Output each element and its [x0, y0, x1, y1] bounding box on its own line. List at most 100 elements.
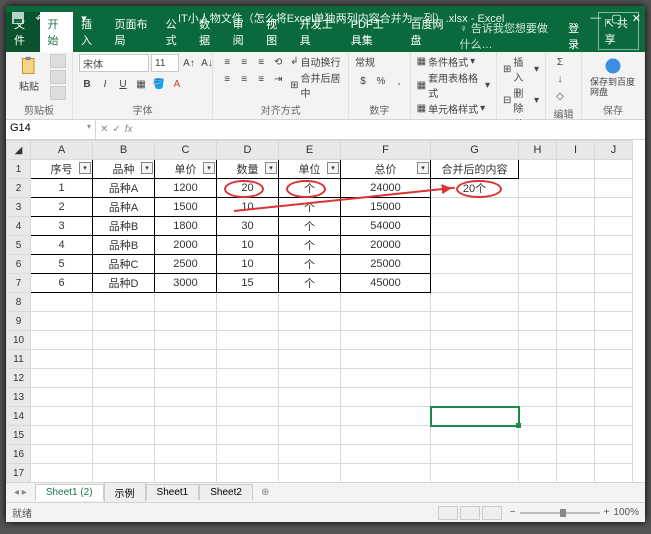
font-size-select[interactable]: 11 — [151, 54, 179, 72]
currency-icon[interactable]: $ — [355, 73, 371, 89]
table-row[interactable]: 54品种B200010个20000 — [7, 236, 633, 255]
tab-data[interactable]: 数据 — [191, 12, 225, 52]
indent-icon[interactable]: ⇥ — [270, 71, 286, 87]
table-format-button[interactable]: ▦ 套用表格格式 ▾ — [417, 70, 490, 100]
filter-icon[interactable]: ▾ — [327, 162, 339, 174]
font-color-icon[interactable]: A — [169, 76, 185, 92]
sheet-nav-prev[interactable]: ◂ ▸ — [6, 487, 35, 498]
table-row[interactable]: 65品种C250010个25000 — [7, 255, 633, 274]
align-right-icon[interactable]: ≡ — [253, 71, 269, 87]
table-row[interactable]: 9 — [7, 312, 633, 331]
sheet-tab[interactable]: Sheet1 (2) — [35, 484, 104, 501]
italic-icon[interactable]: I — [97, 76, 113, 92]
orientation-icon[interactable]: ⟲ — [270, 54, 286, 70]
col-G[interactable]: G — [431, 141, 519, 160]
paste-button[interactable]: 粘贴 — [12, 54, 46, 95]
increase-font-icon[interactable]: A↑ — [181, 55, 197, 71]
zoom-out-button[interactable]: − — [510, 507, 516, 518]
sheet-tab[interactable]: Sheet1 — [146, 484, 200, 500]
grid[interactable]: ◢ A B C D E F G H I J 1 序号▾ 品种▾ 单价▾ 数量▾ … — [6, 140, 633, 482]
worksheet-area[interactable]: ◢ A B C D E F G H I J 1 序号▾ 品种▾ 单价▾ 数量▾ … — [6, 140, 645, 482]
tab-formulas[interactable]: 公式 — [158, 12, 192, 52]
view-layout-button[interactable] — [460, 506, 480, 520]
table-row[interactable]: 76品种D300015个45000 — [7, 274, 633, 293]
filter-icon[interactable]: ▾ — [141, 162, 153, 174]
sheet-tab[interactable]: 示例 — [104, 482, 146, 502]
table-row[interactable]: 13 — [7, 388, 633, 407]
autosum-icon[interactable]: Σ — [552, 54, 568, 70]
number-format-select[interactable]: 常规 — [355, 54, 407, 69]
redo-icon[interactable]: ↷ — [54, 10, 70, 26]
align-bottom-icon[interactable]: ≡ — [253, 54, 269, 70]
share-button[interactable]: ⇱ 共享 — [598, 12, 639, 50]
login-button[interactable]: 登录 — [562, 20, 592, 52]
tab-baidu[interactable]: 百度网盘 — [403, 12, 454, 52]
tell-me[interactable]: ♀ 告诉我您想要做什么… — [454, 20, 563, 52]
table-row[interactable]: 43品种B180030个54000 — [7, 217, 633, 236]
filter-icon[interactable]: ▾ — [79, 162, 91, 174]
format-painter-button[interactable] — [50, 86, 66, 100]
col-I[interactable]: I — [557, 141, 595, 160]
filter-icon[interactable]: ▾ — [203, 162, 215, 174]
table-row[interactable]: 32品种A150010个15000 — [7, 198, 633, 217]
cancel-formula-icon[interactable]: ✕ — [100, 124, 108, 135]
col-F[interactable]: F — [341, 141, 431, 160]
align-center-icon[interactable]: ≡ — [236, 71, 252, 87]
table-row[interactable]: 15 — [7, 426, 633, 445]
merge-center-button[interactable]: ⊞ 合并后居中 — [290, 70, 342, 100]
align-top-icon[interactable]: ≡ — [219, 54, 235, 70]
table-row[interactable]: 10 — [7, 331, 633, 350]
col-A[interactable]: A — [31, 141, 93, 160]
tab-pdf[interactable]: PDF工具集 — [343, 12, 403, 52]
clear-icon[interactable]: ◇ — [552, 88, 568, 104]
table-row[interactable]: 16 — [7, 445, 633, 464]
cut-button[interactable] — [50, 54, 66, 68]
qat-more-icon[interactable]: ▾ — [76, 10, 92, 26]
add-sheet-button[interactable]: ⊕ — [253, 487, 277, 498]
save-baidu-button[interactable]: 保存到百度网盘 — [588, 54, 638, 100]
table-row[interactable]: 14 — [7, 407, 633, 426]
col-H[interactable]: H — [519, 141, 557, 160]
font-name-select[interactable]: 宋体 — [79, 54, 149, 72]
table-row[interactable]: 12 — [7, 369, 633, 388]
insert-cells-button[interactable]: ⊞ 插入 ▾ — [503, 54, 539, 84]
fill-color-icon[interactable]: 🪣 — [151, 76, 167, 92]
conditional-format-button[interactable]: ▦ 条件格式 ▾ — [417, 54, 490, 69]
zoom-in-button[interactable]: + — [604, 507, 610, 518]
table-row[interactable]: 11 — [7, 350, 633, 369]
view-normal-button[interactable] — [438, 506, 458, 520]
align-middle-icon[interactable]: ≡ — [236, 54, 252, 70]
view-pagebreak-button[interactable] — [482, 506, 502, 520]
filter-icon[interactable]: ▾ — [417, 162, 429, 174]
name-box[interactable]: G14 — [6, 120, 96, 139]
col-J[interactable]: J — [595, 141, 633, 160]
underline-icon[interactable]: U — [115, 76, 131, 92]
align-left-icon[interactable]: ≡ — [219, 71, 235, 87]
col-B[interactable]: B — [93, 141, 155, 160]
table-row[interactable]: 21品种A120020个2400020个 — [7, 179, 633, 198]
percent-icon[interactable]: % — [373, 73, 389, 89]
col-C[interactable]: C — [155, 141, 217, 160]
copy-button[interactable] — [50, 70, 66, 84]
zoom-slider[interactable] — [520, 512, 600, 514]
fx-icon[interactable]: fx — [125, 124, 133, 135]
table-row[interactable]: 8 — [7, 293, 633, 312]
tab-review[interactable]: 审阅 — [225, 12, 259, 52]
filter-icon[interactable]: ▾ — [265, 162, 277, 174]
tab-view[interactable]: 视图 — [258, 12, 292, 52]
cell-styles-button[interactable]: ▦ 单元格样式 ▾ — [417, 101, 490, 116]
active-cell[interactable] — [431, 407, 519, 426]
fill-icon[interactable]: ↓ — [552, 71, 568, 87]
bold-icon[interactable]: B — [79, 76, 95, 92]
border-icon[interactable]: ▦ — [133, 76, 149, 92]
enter-formula-icon[interactable]: ✓ — [112, 124, 120, 135]
col-E[interactable]: E — [279, 141, 341, 160]
wrap-text-button[interactable]: ↲ 自动换行 — [290, 54, 342, 69]
delete-cells-button[interactable]: ⊟ 删除 ▾ — [503, 85, 539, 115]
select-all[interactable]: ◢ — [7, 141, 31, 160]
undo-icon[interactable]: ↶ — [32, 10, 48, 26]
tab-dev[interactable]: 开发工具 — [292, 12, 343, 52]
zoom-level[interactable]: 100% — [613, 507, 639, 518]
table-row[interactable]: 17 — [7, 464, 633, 483]
sheet-tab[interactable]: Sheet2 — [199, 484, 253, 500]
